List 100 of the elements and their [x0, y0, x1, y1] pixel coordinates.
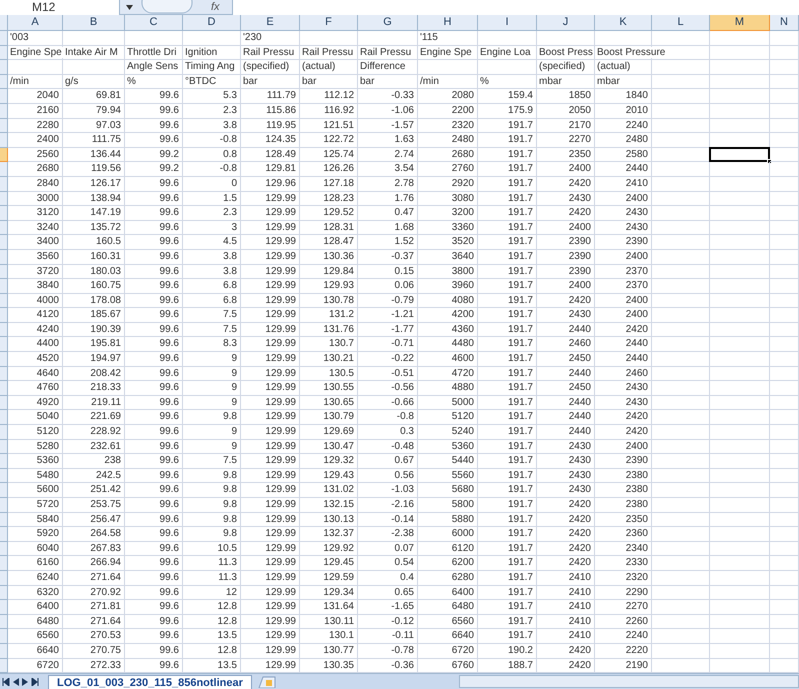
column-header[interactable]: G [358, 15, 418, 31]
row-header[interactable] [0, 264, 8, 280]
table-cell: 2220 [595, 644, 652, 659]
formula-field[interactable] [232, 0, 799, 14]
row-header[interactable] [0, 570, 8, 586]
row-header[interactable] [0, 396, 8, 410]
table-cell: 2400 [595, 192, 652, 206]
table-cell: 130.47 [300, 440, 358, 454]
column-header[interactable]: L [652, 15, 710, 31]
row-header[interactable] [0, 60, 8, 75]
table-cell [710, 527, 770, 542]
row-header[interactable] [0, 118, 8, 134]
table-cell [710, 206, 770, 221]
table-cell: 130.65 [300, 396, 358, 410]
table-cell: 129.99 [241, 614, 300, 630]
column-header[interactable]: K [595, 15, 652, 31]
table-cell: 2430 [537, 483, 595, 498]
column-header[interactable]: J [537, 15, 595, 31]
row-header[interactable] [0, 294, 8, 308]
row-header[interactable] [0, 308, 8, 323]
row-header[interactable] [0, 279, 8, 294]
row-header[interactable] [0, 162, 8, 177]
table-cell: 2680 [8, 162, 63, 177]
row-header[interactable] [0, 600, 8, 615]
header-text: (specified) [539, 61, 586, 72]
row-header[interactable] [0, 352, 8, 367]
row-header[interactable] [0, 425, 8, 440]
row-header[interactable] [0, 104, 8, 119]
table-cell: 2440 [537, 425, 595, 440]
column-header[interactable]: C [125, 15, 183, 31]
table-cell: 2080 [418, 89, 478, 104]
table-cell [652, 31, 710, 46]
table-cell [770, 454, 799, 469]
column-header[interactable]: N [770, 15, 799, 31]
row-header[interactable] [0, 483, 8, 498]
row-header[interactable] [0, 46, 8, 60]
first-sheet-icon[interactable] [2, 678, 10, 686]
row-header[interactable] [0, 542, 8, 556]
row-header[interactable] [0, 366, 8, 382]
table-cell: 1850 [537, 89, 595, 104]
table-cell: 4920 [8, 396, 63, 410]
table-cell: 129.99 [241, 570, 300, 586]
row-header[interactable] [0, 89, 8, 104]
row-header[interactable] [0, 250, 8, 264]
row-header[interactable] [0, 176, 8, 192]
table-cell: 128.47 [300, 235, 358, 250]
column-header[interactable]: F [300, 15, 358, 31]
caret-icon[interactable] [126, 4, 133, 10]
next-sheet-icon[interactable] [22, 678, 28, 686]
row-header[interactable] [0, 31, 8, 46]
row-header[interactable] [0, 586, 8, 600]
table-cell: 128.49 [241, 148, 300, 162]
table-cell: 119.95 [241, 118, 300, 134]
horizontal-scrollbar[interactable] [459, 675, 799, 688]
column-header[interactable]: D [183, 15, 241, 31]
row-header[interactable] [0, 614, 8, 630]
table-cell: 2.78 [358, 176, 418, 192]
row-header[interactable] [0, 468, 8, 484]
last-sheet-icon[interactable] [31, 678, 39, 686]
insert-sheet-icon[interactable] [256, 676, 277, 688]
name-box[interactable]: M12 [0, 0, 120, 14]
table-cell: 3.8 [183, 250, 241, 264]
column-header[interactable]: B [63, 15, 125, 31]
row-header[interactable] [0, 527, 8, 542]
previous-sheet-icon[interactable] [13, 678, 19, 686]
column-header[interactable]: H [418, 15, 478, 31]
row-header[interactable] [0, 337, 8, 352]
column-header[interactable]: M [710, 15, 770, 31]
table-cell: 2420 [537, 644, 595, 659]
row-header[interactable] [0, 206, 8, 221]
row-header[interactable] [0, 410, 8, 426]
table-cell: 0.67 [358, 454, 418, 469]
row-header[interactable] [0, 644, 8, 659]
row-header[interactable] [0, 192, 8, 206]
table-cell: 4240 [8, 322, 63, 338]
row-header[interactable] [0, 220, 8, 236]
row-header[interactable] [0, 629, 8, 644]
table-cell [652, 614, 710, 630]
row-header[interactable] [0, 440, 8, 454]
column-header[interactable]: E [241, 15, 300, 31]
column-header[interactable]: A [8, 15, 63, 31]
knob-icon[interactable] [141, 0, 193, 14]
table-cell [710, 366, 770, 382]
corner-cell[interactable] [0, 15, 8, 31]
row-header[interactable] [0, 133, 8, 148]
table-cell: 5240 [418, 425, 478, 440]
table-cell: 6640 [418, 629, 478, 644]
row-header[interactable] [0, 148, 8, 162]
row-header[interactable] [0, 454, 8, 469]
row-header[interactable] [0, 322, 8, 338]
row-header[interactable] [0, 381, 8, 396]
sheet-tab[interactable]: LOG_01_003_230_115_856notlinear [48, 674, 252, 689]
row-header[interactable] [0, 512, 8, 528]
table-cell: 129.92 [300, 542, 358, 556]
column-header[interactable]: I [478, 15, 537, 31]
row-header[interactable] [0, 498, 8, 513]
row-header[interactable] [0, 235, 8, 250]
row-header[interactable] [0, 556, 8, 571]
row-header[interactable] [0, 74, 8, 90]
formula-label[interactable]: fx [211, 0, 220, 16]
